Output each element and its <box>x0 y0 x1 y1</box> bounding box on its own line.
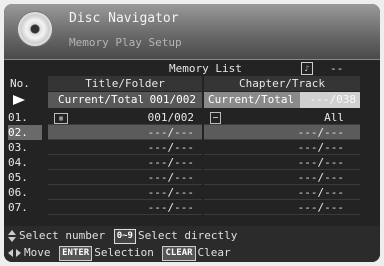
page-title: Disc Navigator <box>69 11 179 26</box>
column-no: No. <box>10 77 30 90</box>
list-item[interactable]: 04. ---/--- ---/--- <box>4 155 380 170</box>
key-0-9-badge: 0~9 <box>113 228 136 244</box>
list-item-title-value: 001/002 <box>147 111 194 124</box>
list-item[interactable]: 02. ---/--- ---/--- <box>4 125 380 140</box>
list-item-title-cell[interactable]: ---/--- <box>48 185 202 200</box>
list-item[interactable]: 07. ---/--- ---/--- <box>4 200 380 215</box>
current-chapter-value: ---/038 <box>300 92 360 108</box>
list-item-chapter-cell[interactable]: ---/--- <box>204 125 360 140</box>
page-subtitle: Memory Play Setup <box>69 36 182 49</box>
current-total-row: Current/Total 001/002 Current/Total ---/… <box>4 92 380 108</box>
list-item-title-cell[interactable]: ---/--- <box>48 155 202 170</box>
list-item-number: 01. <box>8 111 28 124</box>
list-item[interactable]: 01. ▦ 001/002 All <box>4 110 380 125</box>
list-item-title-cell[interactable]: ---/--- <box>48 170 202 185</box>
current-title-label: Current/Total <box>58 93 145 106</box>
list-item-chapter-value: ---/--- <box>297 141 344 154</box>
list-item-chapter-value: ---/--- <box>297 201 344 214</box>
help-text: Select number <box>19 229 106 242</box>
memory-list-bar: Memory List ♪ -- <box>4 61 380 76</box>
column-chapter-track: Chapter/Track <box>204 76 360 91</box>
list-item-title-cell[interactable]: ---/--- <box>48 125 202 140</box>
list-item-chapter-value: ---/--- <box>297 156 344 169</box>
list-item-chapter-cell[interactable]: ---/--- <box>204 170 360 185</box>
help-line-1: Select number 0~9 Select directly <box>8 228 237 244</box>
left-right-arrow-icon <box>8 248 21 258</box>
column-title-folder: Title/Folder <box>48 76 202 91</box>
list-item[interactable]: 05. ---/--- ---/--- <box>4 170 380 185</box>
help-text: Select directly <box>137 229 238 242</box>
current-chapter-cell[interactable]: Current/Total ---/038 <box>204 92 360 108</box>
list-item-chapter-cell[interactable]: ---/--- <box>204 200 360 215</box>
help-text: Move <box>24 246 51 259</box>
list-item-title-value: ---/--- <box>147 126 194 139</box>
music-note-icon: ♪ <box>301 62 313 75</box>
memory-list-count: -- <box>330 62 344 75</box>
help-text: Selection <box>94 246 154 259</box>
list-item-title-cell[interactable]: ---/--- <box>48 140 202 155</box>
list-item-title-value: ---/--- <box>147 201 194 214</box>
header: Disc Navigator Memory Play Setup <box>4 4 380 60</box>
enter-key-badge: ENTER <box>59 245 93 261</box>
memory-list-title: Memory List <box>169 62 242 75</box>
list-item-number: 03. <box>8 141 28 154</box>
list-item-title-value: ---/--- <box>147 156 194 169</box>
list-item-title-cell[interactable]: ▦ 001/002 <box>48 110 202 125</box>
current-title-value: 001/002 <box>149 93 196 106</box>
list-item-chapter-value: All <box>324 111 344 124</box>
list-item-chapter-value: ---/--- <box>297 171 344 184</box>
list-item-title-value: ---/--- <box>147 186 194 199</box>
list-item-number: 04. <box>8 156 28 169</box>
help-text: Clear <box>197 246 231 259</box>
list-item-number: 05. <box>8 171 28 184</box>
list-item-number: 07. <box>8 201 28 214</box>
list-item-chapter-value: ---/--- <box>297 126 344 139</box>
current-title-cell[interactable]: Current/Total 001/002 <box>48 92 202 108</box>
help-footer: Select number 0~9 Select directly Move EN… <box>4 226 380 262</box>
disc-icon <box>18 12 52 46</box>
play-arrow-icon <box>13 95 25 105</box>
help-line-2: Move ENTER Selection CLEAR Clear <box>8 245 231 261</box>
list-item-chapter-cell[interactable]: ---/--- <box>204 155 360 170</box>
list-item[interactable]: 03. ---/--- ---/--- <box>4 140 380 155</box>
column-header: No. Title/Folder Chapter/Track <box>4 76 380 91</box>
list-item[interactable]: 06. ---/--- ---/--- <box>4 185 380 200</box>
list-item-chapter-cell[interactable]: ---/--- <box>204 140 360 155</box>
folder-icon: ▦ <box>54 113 68 124</box>
list-item-number: 02. <box>8 125 42 140</box>
track-icon <box>210 112 221 124</box>
disc-navigator-screen: Disc Navigator Memory Play Setup Memory … <box>4 4 380 262</box>
list-item-title-value: ---/--- <box>147 171 194 184</box>
current-chapter-label: Current/Total <box>208 93 295 106</box>
list-item-title-cell[interactable]: ---/--- <box>48 200 202 215</box>
list-item-chapter-cell[interactable]: All <box>204 110 360 125</box>
list-item-chapter-value: ---/--- <box>297 186 344 199</box>
clear-key-badge: CLEAR <box>162 245 196 261</box>
up-down-arrow-icon <box>8 230 16 242</box>
list-item-chapter-cell[interactable]: ---/--- <box>204 185 360 200</box>
list-item-title-value: ---/--- <box>147 141 194 154</box>
list-item-number: 06. <box>8 186 28 199</box>
